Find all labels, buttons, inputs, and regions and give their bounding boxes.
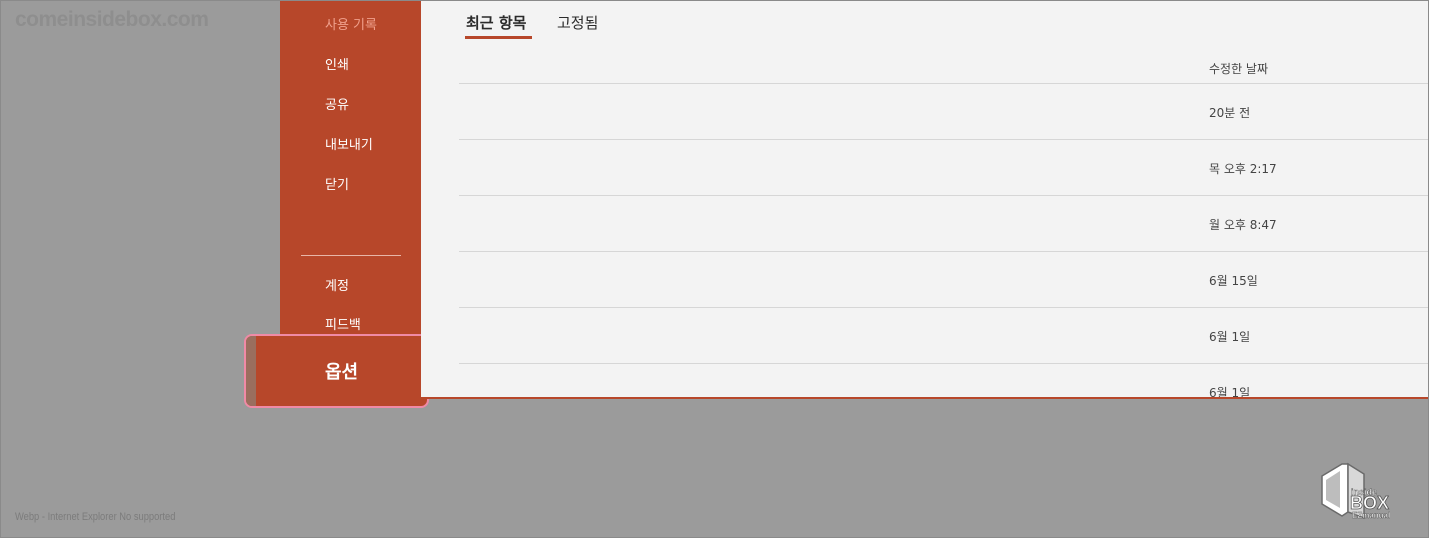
- insidebox-logo: inside BOX EZmanual: [1321, 462, 1390, 520]
- column-header-modified[interactable]: 수정한 날짜: [1209, 60, 1268, 77]
- row-divider: [459, 139, 1429, 140]
- file-modified-date[interactable]: 20분 전: [1209, 104, 1250, 121]
- svg-text:EZmanual: EZmanual: [1352, 511, 1390, 520]
- sidebar-item-feedback[interactable]: 피드백: [325, 314, 361, 333]
- sidebar-item-share[interactable]: 공유: [325, 94, 349, 113]
- svg-text:BOX: BOX: [1350, 493, 1389, 513]
- row-divider: [459, 195, 1429, 196]
- row-divider: [459, 251, 1429, 252]
- sidebar-item-print[interactable]: 인쇄: [325, 54, 349, 73]
- options-button[interactable]: 옵션: [244, 334, 429, 408]
- row-divider: [459, 307, 1429, 308]
- row-divider: [459, 83, 1429, 84]
- file-modified-date[interactable]: 목 오후 2:17: [1209, 160, 1277, 177]
- backstage-sidebar: 사용 기록 인쇄 공유 내보내기 닫기 계정 피드백: [280, 0, 421, 335]
- file-modified-date[interactable]: 6월 15일: [1209, 272, 1258, 289]
- sidebar-item-close[interactable]: 닫기: [325, 174, 349, 193]
- sidebar-item-account[interactable]: 계정: [325, 275, 349, 294]
- options-label: 옵션: [324, 362, 359, 383]
- sidebar-item-export[interactable]: 내보내기: [325, 134, 373, 153]
- file-modified-date[interactable]: 6월 1일: [1209, 384, 1250, 397]
- recent-files-panel: 최근 항목 고정됨 수정한 날짜 20분 전 목 오후 2:17 월 오후 8:…: [421, 0, 1429, 399]
- site-watermark: comeinsidebox.com: [15, 8, 209, 31]
- sidebar-divider: [301, 255, 401, 256]
- file-modified-date[interactable]: 6월 1일: [1209, 328, 1250, 345]
- tab-pinned[interactable]: 고정됨: [557, 12, 598, 33]
- tab-recent[interactable]: 최근 항목: [466, 12, 526, 33]
- row-divider: [459, 363, 1429, 364]
- active-tab-indicator: [465, 36, 532, 39]
- file-modified-date[interactable]: 월 오후 8:47: [1209, 216, 1277, 233]
- format-support-note: Webp - Internet Explorer No supported: [15, 511, 176, 523]
- sidebar-item-history[interactable]: 사용 기록: [325, 14, 377, 33]
